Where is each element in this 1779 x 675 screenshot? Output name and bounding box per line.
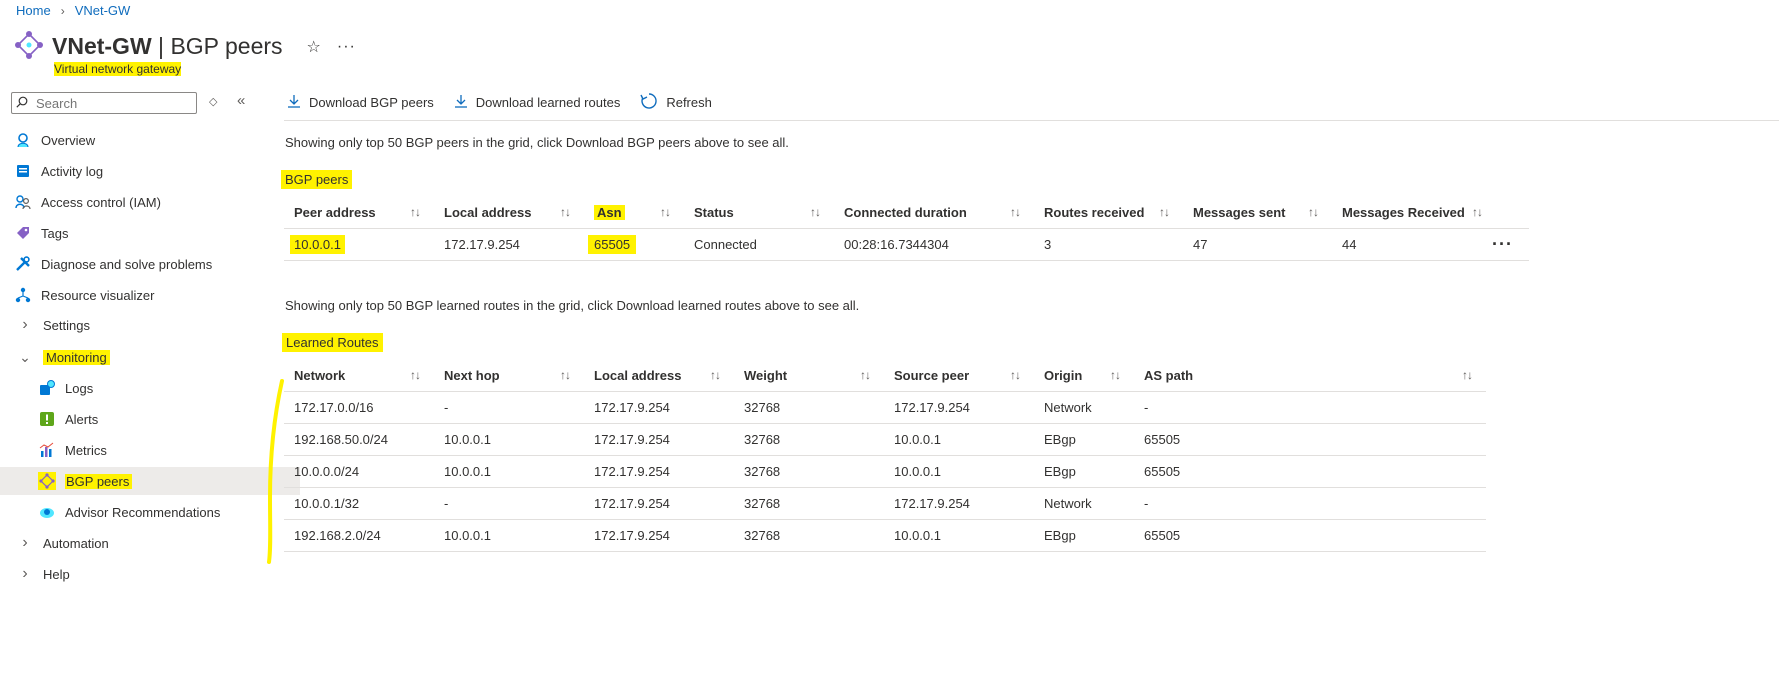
sort-icon[interactable]: ↑↓ bbox=[1159, 205, 1170, 219]
column-header[interactable]: Peer address ↑↓ bbox=[284, 196, 434, 229]
column-header[interactable]: Messages Received ↑↓ bbox=[1332, 196, 1483, 229]
column-header[interactable]: Next hop ↑↓ bbox=[434, 359, 584, 392]
sort-icon[interactable]: ↑↓ bbox=[1308, 205, 1319, 219]
tag-icon bbox=[14, 224, 32, 242]
overview-icon bbox=[14, 131, 32, 149]
sidebar-item-advisor[interactable]: Advisor Recommendations bbox=[0, 498, 300, 526]
sidebar-item-tags[interactable]: Tags bbox=[0, 219, 276, 247]
chevron-right-icon: › bbox=[22, 534, 28, 551]
sidebar-item-alerts[interactable]: Alerts bbox=[0, 405, 300, 433]
ellipsis-icon[interactable]: ··· bbox=[337, 38, 356, 56]
sidebar-item-monitoring[interactable]: ⌄ Monitoring bbox=[0, 343, 278, 371]
sort-icon[interactable]: ↑↓ bbox=[660, 205, 671, 219]
filter-icon[interactable]: ◇ bbox=[209, 95, 217, 108]
command-bar: Download BGP peers Download learned rout… bbox=[287, 92, 712, 113]
download-icon bbox=[287, 94, 301, 111]
sidebar-item-resource-visualizer[interactable]: Resource visualizer bbox=[0, 281, 276, 309]
star-icon[interactable]: ☆ bbox=[307, 37, 321, 57]
column-header[interactable]: Weight ↑↓ bbox=[734, 359, 884, 392]
table-row[interactable]: 192.168.50.0/24 10.0.0.1 172.17.9.254 32768… bbox=[284, 423, 1486, 456]
sidebar-item-automation[interactable]: › Automation bbox=[0, 529, 278, 557]
breadcrumb-home[interactable]: Home bbox=[16, 3, 51, 18]
advisor-icon bbox=[38, 503, 56, 521]
page-title: VNet-GW | BGP peers bbox=[52, 33, 283, 59]
sort-icon[interactable]: ↑↓ bbox=[710, 368, 721, 382]
column-header[interactable]: AS path ↑↓ bbox=[1134, 359, 1486, 392]
column-header[interactable]: Status ↑↓ bbox=[684, 196, 834, 229]
sort-icon[interactable]: ↑↓ bbox=[560, 205, 571, 219]
download-learned-routes-button[interactable]: Download learned routes bbox=[454, 94, 620, 111]
column-header[interactable]: Network ↑↓ bbox=[284, 359, 434, 392]
sort-icon[interactable]: ↑↓ bbox=[1010, 205, 1021, 219]
table-row[interactable]: 192.168.2.0/24 10.0.0.1 172.17.9.254 32768 1… bbox=[284, 519, 1486, 552]
sort-icon[interactable]: ↑↓ bbox=[1462, 368, 1473, 382]
iam-icon bbox=[14, 193, 32, 211]
sort-icon[interactable]: ↑↓ bbox=[1472, 205, 1483, 219]
sort-icon[interactable]: ↑↓ bbox=[410, 205, 421, 219]
refresh-button[interactable]: Refresh bbox=[640, 92, 712, 113]
column-header[interactable]: Local address ↑↓ bbox=[584, 359, 734, 392]
routes-section-title: Learned Routes bbox=[282, 333, 383, 352]
row-more-icon[interactable]: ··· bbox=[1492, 234, 1513, 254]
sort-icon[interactable]: ↑↓ bbox=[560, 368, 571, 382]
column-header[interactable]: Routes received ↑↓ bbox=[1034, 196, 1183, 229]
search-box[interactable] bbox=[11, 92, 197, 114]
sidebar-item-bgp-peers[interactable]: BGP peers bbox=[0, 467, 300, 495]
highlighter-annotation bbox=[267, 379, 284, 564]
sidebar-item-iam[interactable]: Access control (IAM) bbox=[0, 188, 276, 216]
gateway-icon bbox=[38, 472, 56, 490]
collapse-icon[interactable]: « bbox=[237, 92, 245, 109]
breadcrumb-current[interactable]: VNet-GW bbox=[75, 3, 131, 18]
activity-log-icon bbox=[14, 162, 32, 180]
toolbar-divider bbox=[284, 120, 1779, 121]
column-header[interactable]: Messages sent ↑↓ bbox=[1183, 196, 1332, 229]
sidebar-item-metrics[interactable]: Metrics bbox=[0, 436, 300, 464]
chevron-right-icon: › bbox=[22, 565, 28, 582]
column-header[interactable]: Connected duration ↑↓ bbox=[834, 196, 1034, 229]
learned-routes-table: Network ↑↓ Next hop ↑↓ Local address ↑↓ Wei… bbox=[284, 359, 1486, 552]
table-row[interactable]: 10.0.0.1 172.17.9.254 65505 Connected 00… bbox=[284, 228, 1529, 261]
sort-icon[interactable]: ↑↓ bbox=[410, 368, 421, 382]
search-input[interactable] bbox=[34, 94, 188, 112]
routes-info-text: Showing only top 50 BGP learned routes i… bbox=[285, 298, 860, 313]
refresh-icon bbox=[640, 92, 658, 113]
routes-header-row: Network ↑↓ Next hop ↑↓ Local address ↑↓ Wei… bbox=[284, 359, 1486, 392]
peers-header-row: Peer address ↑↓ Local address ↑↓ Asn ↑↓ Sta… bbox=[284, 196, 1529, 229]
gateway-icon bbox=[14, 30, 44, 63]
table-row[interactable]: 10.0.0.0/24 10.0.0.1 172.17.9.254 32768 10.0… bbox=[284, 455, 1486, 488]
peers-table: Peer address ↑↓ Local address ↑↓ Asn ↑↓ Sta… bbox=[284, 196, 1529, 261]
column-header[interactable]: Source peer ↑↓ bbox=[884, 359, 1034, 392]
column-header[interactable]: Local address ↑↓ bbox=[434, 196, 584, 229]
metrics-icon bbox=[38, 441, 56, 459]
download-icon bbox=[454, 94, 468, 111]
column-header[interactable]: Asn ↑↓ bbox=[584, 196, 684, 229]
sidebar-item-activity-log[interactable]: Activity log bbox=[0, 157, 276, 185]
chevron-right-icon: › bbox=[22, 316, 28, 333]
sidebar-item-help[interactable]: › Help bbox=[0, 560, 278, 588]
peers-section-title: BGP peers bbox=[281, 170, 353, 189]
download-bgp-peers-button[interactable]: Download BGP peers bbox=[287, 94, 434, 111]
peers-info-text: Showing only top 50 BGP peers in the gri… bbox=[285, 135, 789, 150]
sort-icon[interactable]: ↑↓ bbox=[810, 205, 821, 219]
sort-icon[interactable]: ↑↓ bbox=[1010, 368, 1021, 382]
logs-icon bbox=[38, 379, 56, 397]
sort-icon[interactable]: ↑↓ bbox=[860, 368, 871, 382]
table-row[interactable]: 10.0.0.1/32-172.17.9.254 32768 172.17.9.25… bbox=[284, 487, 1486, 520]
sidebar-item-diagnose[interactable]: Diagnose and solve problems bbox=[0, 250, 276, 278]
chevron-down-icon: ⌄ bbox=[19, 348, 31, 365]
sort-icon[interactable]: ↑↓ bbox=[1110, 368, 1121, 382]
column-header[interactable]: Origin ↑↓ bbox=[1034, 359, 1134, 392]
page-subtitle: Virtual network gateway bbox=[54, 62, 182, 76]
table-row[interactable]: 172.17.0.0/16-172.17.9.254 32768 172.17.9.… bbox=[284, 391, 1486, 424]
sidebar-item-settings[interactable]: › Settings bbox=[0, 311, 278, 339]
wrench-icon bbox=[14, 255, 32, 273]
chevron-right-icon: › bbox=[60, 3, 65, 18]
page-header: VNet-GW | BGP peers ☆ ··· bbox=[14, 30, 356, 63]
sidebar-item-logs[interactable]: Logs bbox=[0, 374, 300, 402]
search-icon bbox=[16, 96, 28, 111]
sidebar-item-overview[interactable]: Overview bbox=[0, 126, 276, 154]
breadcrumb: Home › VNet-GW bbox=[16, 3, 130, 18]
alert-icon bbox=[38, 410, 56, 428]
visualizer-icon bbox=[14, 286, 32, 304]
